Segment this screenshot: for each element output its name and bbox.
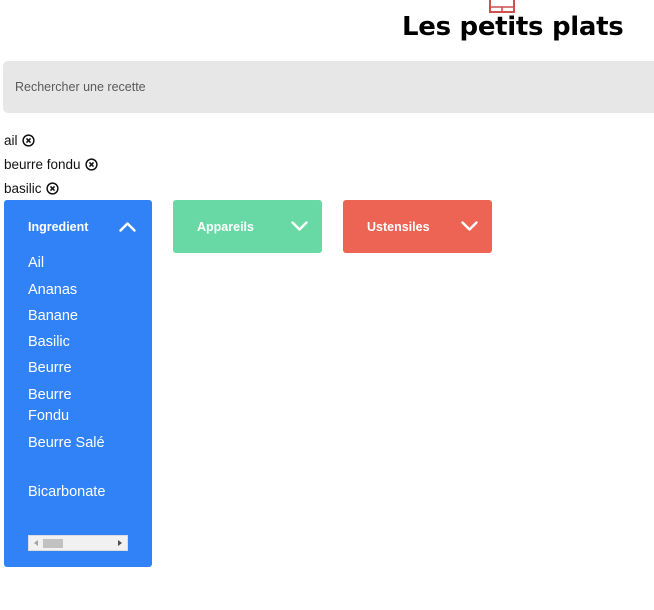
circle-x-icon[interactable] — [45, 181, 59, 195]
horizontal-scrollbar[interactable] — [28, 535, 128, 551]
chevron-down-icon[interactable] — [461, 221, 478, 232]
ustensiles-dropdown[interactable]: Ustensiles — [343, 200, 492, 253]
tag-ail: ail — [4, 131, 35, 149]
appareils-dropdown[interactable]: Appareils — [173, 200, 322, 253]
ingredient-item[interactable]: Beurre Salé — [28, 433, 138, 454]
ingredient-item[interactable]: Bicarbonate — [28, 482, 138, 503]
ingredient-item[interactable]: Ail — [28, 253, 138, 274]
ingredient-item[interactable]: Beurre Fondu — [28, 385, 88, 427]
chevron-up-icon[interactable] — [119, 221, 136, 232]
circle-x-icon[interactable] — [84, 157, 98, 171]
appareils-label: Appareils — [197, 219, 254, 234]
tag-basilic: basilic — [4, 179, 59, 197]
chevron-down-icon[interactable] — [291, 221, 308, 232]
appareils-dropdown-toggle[interactable]: Appareils — [173, 200, 322, 253]
ustensiles-label: Ustensiles — [367, 219, 430, 234]
ustensiles-dropdown-toggle[interactable]: Ustensiles — [343, 200, 492, 253]
ingredient-item[interactable]: Basilic — [28, 332, 138, 353]
ingredient-item[interactable]: Ananas — [28, 280, 138, 301]
site-title: Les petits plats — [402, 12, 624, 42]
tag-label: ail — [4, 132, 18, 148]
ingredient-item[interactable]: Banane — [28, 306, 138, 327]
circle-x-icon[interactable] — [21, 133, 35, 147]
scroll-left-icon[interactable] — [34, 540, 38, 546]
tag-label: beurre fondu — [4, 156, 81, 172]
scroll-right-icon[interactable] — [118, 540, 122, 546]
scrollbar-thumb[interactable] — [43, 539, 63, 548]
ingredients-label: Ingredient — [28, 219, 89, 234]
ingredients-dropdown-toggle[interactable]: Ingredient — [4, 200, 152, 253]
tag-label: basilic — [4, 180, 42, 196]
search-input[interactable] — [3, 61, 654, 113]
tag-beurre-fondu: beurre fondu — [4, 155, 98, 173]
ingredient-item[interactable]: Beurre — [28, 358, 138, 379]
